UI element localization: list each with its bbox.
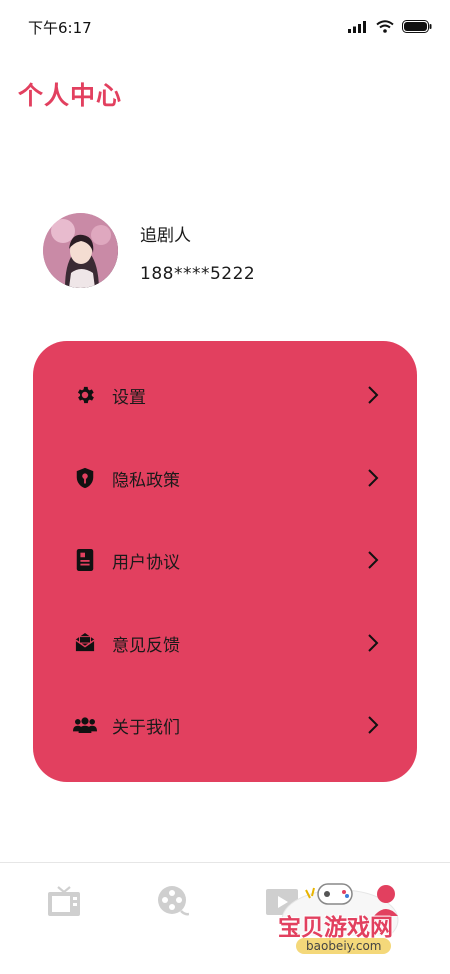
chevron-right-icon [368,469,379,487]
menu-card: 设置 隐私政策 用户协议 意见反馈 关于我们 [33,341,417,782]
menu-item-feedback[interactable]: 意见反馈 [33,613,417,673]
watermark-text: 宝贝游戏网 [278,915,393,941]
menu-item-about-us[interactable]: 关于我们 [33,695,417,755]
status-icons [348,20,432,33]
envelope-icon [73,631,97,655]
avatar-image [43,213,118,288]
signal-icon [348,20,366,33]
chevron-right-icon [368,716,379,734]
menu-item-label: 意见反馈 [112,636,180,656]
tv-icon [48,886,80,916]
status-time: 下午6:17 [28,19,92,37]
users-icon [73,713,97,737]
profile-phone: 188****5222 [140,264,256,284]
menu-item-label: 用户协议 [112,553,180,573]
wifi-icon [376,20,394,33]
page-title: 个人中心 [18,81,123,110]
watermark-url: baobeiy.com [296,938,392,954]
battery-icon [402,20,432,33]
watermark: 宝贝游戏网 baobeiy.com [268,876,418,968]
chevron-right-icon [368,386,379,404]
film-reel-icon [158,886,189,916]
status-bar: 下午6:17 [0,0,450,54]
menu-item-privacy-policy[interactable]: 隐私政策 [33,448,417,508]
chevron-right-icon [368,551,379,569]
document-icon [73,548,97,572]
avatar[interactable] [43,213,118,288]
menu-item-user-agreement[interactable]: 用户协议 [33,530,417,590]
menu-item-label: 隐私政策 [112,471,180,491]
menu-item-settings[interactable]: 设置 [33,365,417,425]
menu-item-label: 关于我们 [112,718,180,738]
gear-icon [73,383,97,407]
profile-name: 追剧人 [140,226,191,246]
tab-tv[interactable] [46,883,82,919]
chevron-right-icon [368,634,379,652]
shield-lock-icon [73,466,97,490]
profile-section[interactable]: 追剧人 188****5222 [43,213,423,293]
menu-item-label: 设置 [112,388,146,408]
tab-film[interactable] [155,883,191,919]
